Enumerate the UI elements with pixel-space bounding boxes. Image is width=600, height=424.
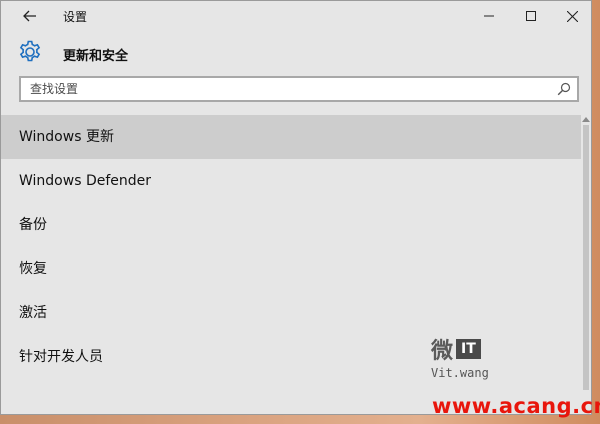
scrollbar[interactable] bbox=[581, 115, 591, 414]
watermark-glyph: 微 bbox=[431, 339, 454, 364]
nav-item-recovery[interactable]: 恢复 bbox=[1, 247, 581, 291]
close-icon bbox=[566, 10, 578, 22]
gear-icon bbox=[19, 40, 41, 62]
watermark-badge: IT bbox=[456, 339, 481, 359]
nav-item-activation[interactable]: 激活 bbox=[1, 291, 581, 335]
watermark-logo: 微 IT Vit.wang bbox=[431, 333, 511, 381]
title-bar: 设置 bbox=[1, 1, 591, 31]
close-button[interactable] bbox=[552, 4, 591, 28]
search-icon[interactable] bbox=[557, 82, 571, 96]
scroll-up-arrow-icon[interactable] bbox=[582, 117, 590, 122]
page-header: 更新和安全 bbox=[1, 37, 591, 69]
search-box[interactable] bbox=[19, 76, 579, 102]
search-input[interactable] bbox=[21, 78, 550, 100]
scrollbar-thumb[interactable] bbox=[583, 125, 589, 390]
nav-item-windows-defender[interactable]: Windows Defender bbox=[1, 159, 581, 203]
nav-item-backup[interactable]: 备份 bbox=[1, 203, 581, 247]
window-title: 设置 bbox=[63, 10, 88, 24]
maximize-icon bbox=[526, 11, 536, 21]
site-watermark: www.acang.cn bbox=[432, 394, 600, 418]
settings-window: 设置 更新和安全 查找设置 Windows 更新 Windows Defende… bbox=[0, 0, 592, 415]
minimize-button[interactable] bbox=[469, 4, 509, 28]
maximize-button[interactable] bbox=[511, 4, 551, 28]
back-arrow-icon bbox=[23, 10, 36, 22]
minimize-icon bbox=[484, 15, 494, 17]
nav-item-windows-update[interactable]: Windows 更新 bbox=[1, 115, 581, 159]
back-button[interactable] bbox=[13, 5, 47, 27]
watermark-subtext: Vit.wang bbox=[431, 366, 489, 380]
page-title: 更新和安全 bbox=[63, 49, 129, 64]
